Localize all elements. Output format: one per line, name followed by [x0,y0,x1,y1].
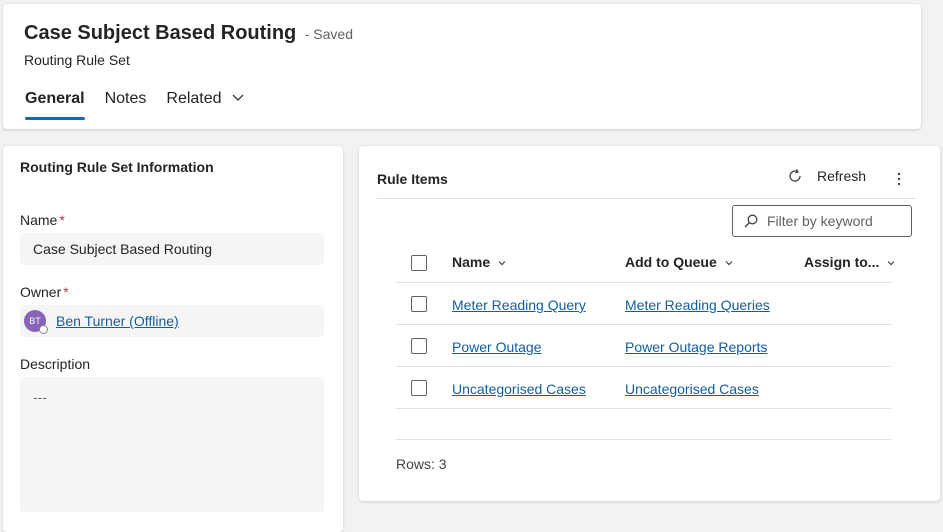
row-checkbox[interactable] [411,296,427,312]
filter-input[interactable]: Filter by keyword [732,205,912,237]
description-field[interactable]: --- [20,377,324,512]
owner-label: Owner * [20,284,69,300]
refresh-label: Refresh [817,168,867,184]
owner-field[interactable]: BT Ben Turner (Offline) [20,305,324,337]
rule-name-link[interactable]: Meter Reading Query [452,297,586,313]
tab-related-label: Related [166,90,222,107]
row-checkbox[interactable] [411,338,427,354]
more-options-icon[interactable] [891,170,907,188]
filter-placeholder: Filter by keyword [767,213,873,229]
chevron-down-icon [887,261,895,266]
column-header-name-label: Name [452,254,491,270]
tab-notes[interactable]: Notes [105,90,147,120]
tab-general-label: General [25,90,85,107]
column-header-assign-label: Assign to... [804,254,880,270]
queue-link[interactable]: Power Outage Reports [625,339,767,355]
page-title: Case Subject Based Routing [24,22,297,44]
tab-notes-label: Notes [104,90,147,107]
column-header-queue[interactable]: Add to Queue [625,254,734,270]
subgrid-title: Rule Items [377,171,448,187]
name-label-text: Name [20,212,58,228]
owner-link[interactable]: Ben Turner (Offline) [56,313,179,329]
avatar-initials: BT [29,316,41,326]
name-label: Name * [20,212,65,228]
tab-related[interactable]: Related [166,90,245,120]
row-checkbox[interactable] [411,380,427,396]
column-header-name[interactable]: Name [452,254,507,270]
rule-name-link[interactable]: Power Outage [452,339,542,355]
section-title: Routing Rule Set Information [20,159,214,175]
tab-list: General Notes Related [25,90,266,120]
name-field[interactable]: Case Subject Based Routing [20,233,324,265]
queue-link[interactable]: Meter Reading Queries [625,297,770,313]
saved-status: - Saved [304,26,353,42]
table-row[interactable]: Uncategorised Cases Uncategorised Cases [396,367,891,409]
column-header-queue-label: Add to Queue [625,254,717,270]
tab-general[interactable]: General [25,90,85,120]
owner-label-text: Owner [20,284,62,300]
rule-items-grid: Name Add to Queue Assign to... Meter Rea… [396,244,895,409]
name-value: Case Subject Based Routing [33,241,212,257]
chevron-down-icon [498,261,506,266]
rule-set-info-section: Routing Rule Set Information Name * Case … [3,146,343,532]
avatar: BT [24,310,48,334]
description-value: --- [33,389,47,405]
header-divider [377,198,916,199]
chevron-down-icon [232,94,244,101]
select-all-checkbox[interactable] [411,255,427,271]
search-icon [744,214,758,228]
refresh-icon [789,169,801,182]
table-row[interactable]: Power Outage Power Outage Reports [396,325,891,367]
footer-divider [396,439,891,440]
rule-items-subgrid: Rule Items Refresh Filter by keyword Nam… [359,146,940,501]
required-marker: * [63,284,69,300]
entity-type-label: Routing Rule Set [24,52,130,68]
record-header: Case Subject Based Routing - Saved Routi… [3,4,921,129]
refresh-button[interactable]: Refresh [787,168,866,184]
rows-count: Rows: 3 [396,456,447,472]
table-row[interactable]: Meter Reading Query Meter Reading Querie… [396,283,891,325]
column-header-assign[interactable]: Assign to... [804,254,896,270]
chevron-down-icon [725,261,733,266]
rule-name-link[interactable]: Uncategorised Cases [452,381,586,397]
presence-offline-icon [39,325,48,334]
grid-header-row: Name Add to Queue Assign to... [396,244,895,283]
queue-link[interactable]: Uncategorised Cases [625,381,759,397]
description-label: Description [20,356,91,372]
title-row: Case Subject Based Routing - Saved [24,22,353,45]
required-marker: * [59,212,65,228]
